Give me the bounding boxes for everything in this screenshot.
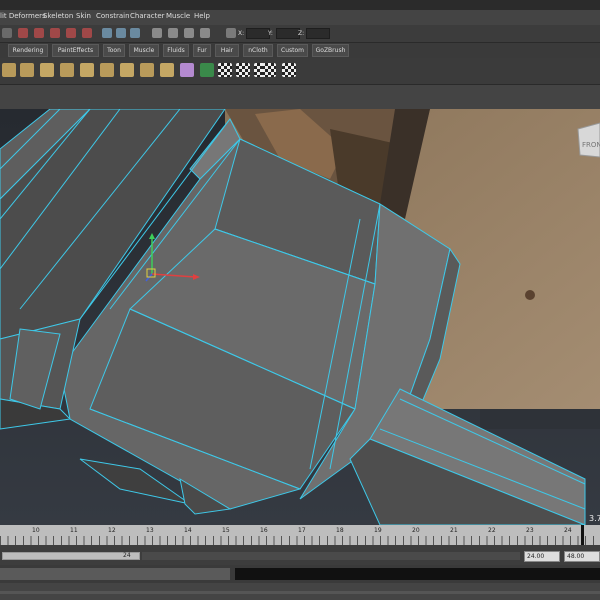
tab-painteffects[interactable]: PaintEffects [52,44,99,57]
poly-tool-icon[interactable] [100,63,114,77]
checker-icon[interactable] [262,63,276,77]
tick-label: 14 [184,527,192,534]
tick-label: 15 [222,527,230,534]
poly-tool-icon[interactable] [2,63,16,77]
current-frame-marker[interactable] [581,525,584,545]
snap-grid-icon[interactable] [18,28,28,38]
status-line: X: Y: Z: [0,25,600,43]
tick-label: 11 [70,527,78,534]
tick-label: 10 [32,527,40,534]
poly-tool-icon[interactable] [60,63,74,77]
tick-label: 22 [488,527,496,534]
z-label: Z: [298,30,305,37]
range-end-value: 24 [123,552,131,559]
history-icon[interactable] [102,28,112,38]
poly-tool-icon[interactable] [200,63,214,77]
command-input[interactable] [0,568,230,580]
view-cube-label: FRON [582,141,600,149]
tick-label: 13 [146,527,154,534]
shelf-tabs: Rendering PaintEffects Toon Muscle Fluid… [0,43,600,58]
z-field[interactable] [306,28,330,39]
tick-label: 23 [526,527,534,534]
transform-numeric-icon[interactable] [226,28,236,38]
tick-label: 19 [374,527,382,534]
tab-hair[interactable]: Hair [215,44,239,57]
poly-tool-icon[interactable] [40,63,54,77]
menu-constrain[interactable]: Constrain [96,12,130,20]
panel-toolbar [0,85,600,110]
y-field[interactable] [276,28,300,39]
poly-tool-icon[interactable] [80,63,94,77]
tick-label: 17 [298,527,306,534]
snap-curve-icon[interactable] [34,28,44,38]
range-track [142,552,520,560]
range-slider[interactable]: 24 [2,552,140,560]
tick-label: 16 [260,527,268,534]
command-line [0,565,600,583]
tab-fluids[interactable]: Fluids [163,44,189,57]
checker-icon[interactable] [236,63,250,77]
select-mode-icon[interactable] [2,28,12,38]
construction-icon[interactable] [116,28,126,38]
poly-tool-icon[interactable] [140,63,154,77]
menu-muscle[interactable]: Muscle [166,12,190,20]
poly-tool-icon[interactable] [20,63,34,77]
window-top-strip [0,0,600,10]
poly-tool-icon[interactable] [160,63,174,77]
tab-muscle[interactable]: Muscle [129,44,159,57]
playback-end-field[interactable]: 24.00 [524,551,560,562]
poly-tool-icon[interactable] [120,63,134,77]
animation-end-field[interactable]: 48.00 [564,551,600,562]
menu-character[interactable]: Character [130,12,165,20]
tab-toon[interactable]: Toon [103,44,125,57]
input-output-icon[interactable] [130,28,140,38]
y-label: Y: [268,30,273,37]
viewport-scene: FRON 3.7 [0,109,600,525]
snap-view-icon[interactable] [66,28,76,38]
time-slider[interactable]: 10 11 12 13 14 15 16 17 18 19 20 21 22 2… [0,525,600,545]
menu-edit-deformers[interactable]: lit Deformers [0,12,46,20]
render-frame-icon[interactable] [152,28,162,38]
tick-label: 12 [108,527,116,534]
tab-ncloth[interactable]: nCloth [243,44,273,57]
help-line [0,583,600,600]
3d-viewport[interactable]: FRON 3.7 [0,109,600,525]
shelf [0,58,600,85]
menu-help[interactable]: Help [194,12,210,20]
tick-label: 24 [564,527,572,534]
tick-label: 20 [412,527,420,534]
snap-surface-icon[interactable] [82,28,92,38]
tab-rendering[interactable]: Rendering [8,44,48,57]
tab-fur[interactable]: Fur [193,44,211,57]
help-line-strip [0,591,600,594]
checker-icon[interactable] [282,63,296,77]
tick-label: 21 [450,527,458,534]
x-field[interactable] [246,28,270,39]
command-result [235,568,600,580]
render-settings-icon[interactable] [184,28,194,38]
range-slider-bar: 24 24.00 48.00 [0,545,600,565]
snap-point-icon[interactable] [50,28,60,38]
menu-skin[interactable]: Skin [76,12,91,20]
ipr-render-icon[interactable] [168,28,178,38]
timeline-ticks [0,536,600,545]
menu-skeleton[interactable]: Skeleton [43,12,73,20]
view-cube[interactable]: FRON [577,122,600,158]
tab-gozbrush[interactable]: GoZBrush [312,44,349,57]
checker-icon[interactable] [218,63,232,77]
poly-tool-icon[interactable] [180,63,194,77]
x-label: X: [238,30,245,37]
hypershade-icon[interactable] [200,28,210,38]
menu-bar: lit Deformers Skeleton Skin Constrain Ch… [0,10,600,25]
tab-custom[interactable]: Custom [277,44,308,57]
tick-label: 18 [336,527,344,534]
viewport-readout: 3.7 [589,514,600,523]
